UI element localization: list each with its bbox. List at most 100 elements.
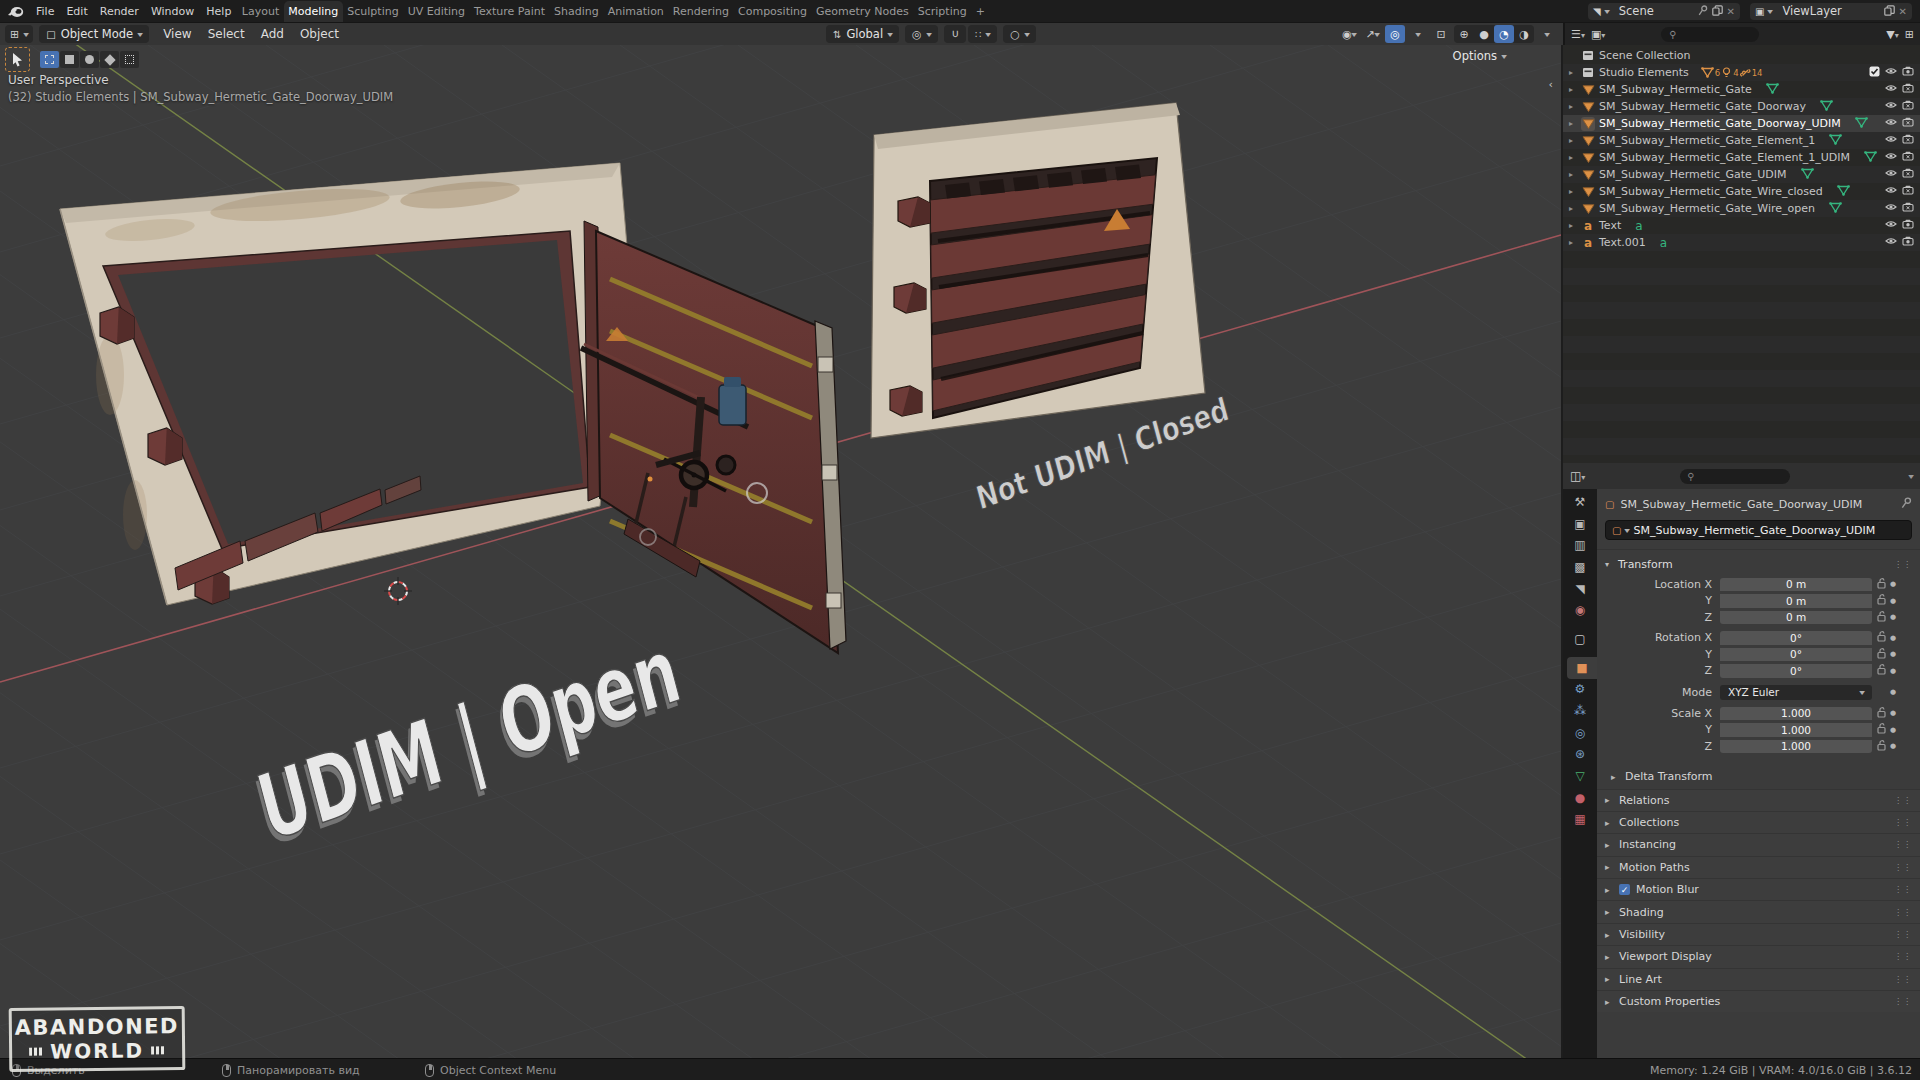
scale-value-field[interactable]: 1.000 xyxy=(1720,707,1872,721)
expand-arrow-icon[interactable]: ▸ xyxy=(1569,153,1581,162)
panel-drag-dots[interactable]: ⋮⋮ xyxy=(1894,885,1912,894)
motion-blur-checkbox[interactable]: ✓ xyxy=(1619,884,1630,895)
tab-scene[interactable]: ◥ xyxy=(1567,578,1593,600)
panel-drag-dots[interactable]: ⋮⋮ xyxy=(1894,908,1912,917)
rotation-value-field[interactable]: 0° xyxy=(1720,664,1872,678)
outliner-row-object[interactable]: ▸aText.001a xyxy=(1563,234,1920,251)
lock-icon[interactable] xyxy=(1872,723,1890,736)
viewport-menu-object[interactable]: Object xyxy=(292,27,347,41)
camera-visibility-icon[interactable] xyxy=(1902,202,1914,215)
panel-drag-dots[interactable]: ⋮⋮ xyxy=(1894,863,1912,872)
collection-checkbox[interactable] xyxy=(1869,66,1880,80)
tab-rendering[interactable]: Rendering xyxy=(668,1,733,22)
location-value-field[interactable]: 0 m xyxy=(1720,578,1872,592)
camera-visibility-icon[interactable] xyxy=(1902,66,1914,79)
animate-dot[interactable]: ● xyxy=(1890,742,1902,750)
hide-icon[interactable] xyxy=(1885,134,1897,147)
tab-constraints[interactable]: ⊛ xyxy=(1567,744,1593,766)
menu-edit[interactable]: Edit xyxy=(60,5,93,18)
viewport-menu-view[interactable]: View xyxy=(155,27,199,41)
tab-sculpting[interactable]: Sculpting xyxy=(343,1,403,22)
animate-dot[interactable]: ● xyxy=(1890,726,1902,734)
outliner-row-scene-collection[interactable]: Scene Collection xyxy=(1563,47,1920,64)
outliner-row-object[interactable]: ▸SM_Subway_Hermetic_Gate_Element_1_UDIM xyxy=(1563,149,1920,166)
select-mode-box[interactable] xyxy=(60,51,79,68)
properties-editor-icon[interactable]: ◫▾ xyxy=(1570,469,1585,483)
hide-icon[interactable] xyxy=(1885,202,1897,215)
expand-arrow-icon[interactable]: ▸ xyxy=(1569,238,1581,247)
select-mode-extra[interactable] xyxy=(120,51,139,68)
select-mode-circle[interactable] xyxy=(80,51,99,68)
viewport-3d[interactable]: UDIM | OpenUDIM | OpenNot UDIM | Closed … xyxy=(0,45,1561,1058)
section-line-art[interactable]: ▸Line Art⋮⋮ xyxy=(1597,968,1920,990)
select-mode-buttons[interactable] xyxy=(40,51,139,68)
lock-icon[interactable] xyxy=(1872,578,1890,591)
tab-output[interactable]: ▥ xyxy=(1567,534,1593,556)
scene-selector[interactable]: ◥▾ Scene ✕ xyxy=(1588,3,1740,20)
tab-tool[interactable]: ⚒ xyxy=(1567,491,1593,513)
editor-type-button[interactable]: ⊞▾ xyxy=(5,25,33,43)
outliner-row-object[interactable]: ▸SM_Subway_Hermetic_Gate_Element_1 xyxy=(1563,132,1920,149)
scale-value-field[interactable]: 1.000 xyxy=(1720,723,1872,737)
pivot-point-dropdown[interactable]: ◎▾ xyxy=(905,25,938,43)
outliner-row-object[interactable]: ▸SM_Subway_Hermetic_Gate_Doorway_UDIM xyxy=(1563,115,1920,132)
section-instancing[interactable]: ▸Instancing⋮⋮ xyxy=(1597,833,1920,855)
tab-render[interactable]: ▣ xyxy=(1567,513,1593,535)
camera-visibility-icon[interactable] xyxy=(1902,168,1914,181)
shading-solid-button[interactable]: ● xyxy=(1474,25,1494,43)
tab-particles[interactable]: ⁂ xyxy=(1567,700,1593,722)
section-viewport-display[interactable]: ▸Viewport Display⋮⋮ xyxy=(1597,945,1920,967)
tab-texture[interactable]: ▦ xyxy=(1567,809,1593,831)
scale-value-field[interactable]: 1.000 xyxy=(1720,740,1872,754)
tab--[interactable]: + xyxy=(971,1,989,22)
outliner-filter-icon[interactable]: ▣▾ xyxy=(1591,28,1605,41)
outliner-row-object[interactable]: ▸SM_Subway_Hermetic_Gate_Wire_open xyxy=(1563,200,1920,217)
viewlayer-selector[interactable]: ▣▾ ViewLayer ✕ xyxy=(1750,3,1912,20)
expand-arrow-icon[interactable]: ▸ xyxy=(1569,68,1581,77)
tab-object[interactable]: ■ xyxy=(1567,657,1597,679)
hide-icon[interactable] xyxy=(1885,185,1897,198)
hide-icon[interactable] xyxy=(1885,168,1897,181)
tab-shading[interactable]: Shading xyxy=(550,1,604,22)
transform-orientation-dropdown[interactable]: ⇅ Global ▾ xyxy=(826,25,899,43)
outliner-display-mode-icon[interactable]: ☰▾ xyxy=(1571,28,1585,41)
hide-icon[interactable] xyxy=(1885,236,1897,249)
lock-icon[interactable] xyxy=(1872,611,1890,624)
location-value-field[interactable]: 0 m xyxy=(1720,611,1872,625)
panel-drag-dots[interactable]: ⋮⋮ xyxy=(1894,796,1912,805)
tab-material[interactable]: ● xyxy=(1567,787,1593,809)
panel-drag-dots[interactable]: ⋮⋮ xyxy=(1894,840,1912,849)
tab-world[interactable]: ◉ xyxy=(1567,599,1593,621)
outliner-row-object[interactable]: ▸SM_Subway_Hermetic_Gate_Doorway xyxy=(1563,98,1920,115)
hide-icon[interactable] xyxy=(1885,117,1897,130)
snap-target-dropdown[interactable]: ∷▾ xyxy=(968,25,997,43)
copy-viewlayer-icon[interactable] xyxy=(1884,5,1895,18)
lock-icon[interactable] xyxy=(1872,631,1890,644)
pin-properties-icon[interactable] xyxy=(1901,497,1912,512)
animate-dot[interactable]: ● xyxy=(1890,597,1902,605)
xray-toggle[interactable]: ⊡ xyxy=(1431,25,1451,43)
camera-visibility-icon[interactable] xyxy=(1902,236,1914,249)
mode-dropdown[interactable]: □ Object Mode ▾ xyxy=(39,25,149,43)
animate-dot[interactable]: ● xyxy=(1890,650,1902,658)
panel-drag-dots[interactable]: ⋮⋮ xyxy=(1894,975,1912,984)
outliner-row-object[interactable]: ▸SM_Subway_Hermetic_Gate xyxy=(1563,81,1920,98)
animate-dot[interactable]: ● xyxy=(1890,667,1902,675)
camera-visibility-icon[interactable] xyxy=(1902,100,1914,113)
lock-icon[interactable] xyxy=(1872,740,1890,753)
outliner-row-studio-elements[interactable]: ▸Studio Elements6414 xyxy=(1563,64,1920,81)
animate-dot[interactable]: ● xyxy=(1890,580,1902,588)
section-collections[interactable]: ▸Collections⋮⋮ xyxy=(1597,811,1920,833)
hide-icon[interactable] xyxy=(1885,83,1897,96)
expand-arrow-icon[interactable]: ▸ xyxy=(1569,102,1581,111)
panel-drag-dots[interactable]: ⋮⋮ xyxy=(1894,930,1912,939)
animate-dot[interactable]: ● xyxy=(1890,634,1902,642)
close-scene-icon[interactable]: ✕ xyxy=(1727,6,1735,17)
section-relations[interactable]: ▸Relations⋮⋮ xyxy=(1597,789,1920,811)
rotation-value-field[interactable]: 0° xyxy=(1720,648,1872,662)
panel-drag-dots[interactable]: ⋮⋮ xyxy=(1894,560,1912,569)
section-motion-paths[interactable]: ▸Motion Paths⋮⋮ xyxy=(1597,856,1920,878)
panel-drag-dots[interactable]: ⋮⋮ xyxy=(1894,818,1912,827)
gizmo-dropdown[interactable]: ↗▾ xyxy=(1362,25,1382,43)
tab-scripting[interactable]: Scripting xyxy=(913,1,971,22)
